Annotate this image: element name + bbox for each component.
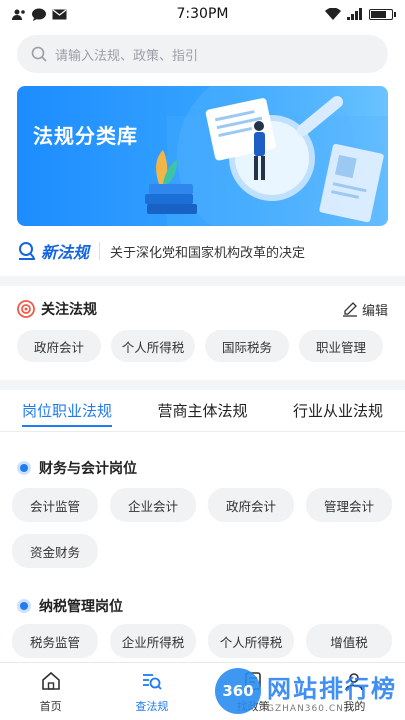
- search-input[interactable]: 请输入法规、政策、指引: [17, 35, 388, 73]
- category-chip[interactable]: 资金财务: [12, 534, 98, 568]
- category-chip[interactable]: 个人所得税: [208, 624, 294, 658]
- category-chip[interactable]: 管理会计: [306, 488, 392, 522]
- banner-title: 法规分类库: [33, 124, 138, 148]
- category-chips-tax: 税务监管 企业所得税 个人所得税 增值税: [12, 624, 393, 658]
- category-chip[interactable]: 政府会计: [208, 488, 294, 522]
- follow-section-header: 关注法规 编辑: [17, 297, 388, 321]
- news-separator: [99, 242, 101, 260]
- category-chips-finance: 会计监管 企业会计 政府会计 管理会计资金财务: [12, 488, 393, 568]
- status-bar: 7:30PM: [0, 0, 405, 28]
- nav-label: 找政策: [236, 699, 270, 713]
- nav-search-law[interactable]: 查法规: [101, 663, 202, 720]
- banner-illustration: [145, 86, 388, 226]
- category-header-tax: 纳税管理岗位: [17, 596, 123, 616]
- category-chip[interactable]: 企业所得税: [110, 624, 196, 658]
- bottom-navigation: 首页 查法规 找政策 我的: [0, 662, 405, 720]
- new-law-logo: 新法规: [17, 239, 89, 263]
- banner-carousel[interactable]: 法规分类库: [17, 86, 388, 226]
- new-law-logo-text: 新法规: [41, 243, 90, 262]
- profile-icon: [343, 670, 365, 695]
- follow-chips: 政府会计 个人所得税 国际税务 职业管理: [17, 330, 388, 362]
- nav-policy[interactable]: 找政策: [203, 663, 304, 720]
- nav-label: 首页: [39, 699, 62, 713]
- category-title: 财务与会计岗位: [39, 461, 137, 477]
- mail-icon: [52, 9, 67, 19]
- tab-1[interactable]: 营商主体法规: [157, 394, 247, 426]
- category-chip[interactable]: 增值税: [306, 624, 392, 658]
- category-header-finance: 财务与会计岗位: [17, 458, 137, 478]
- category-chip[interactable]: 税务监管: [12, 624, 98, 658]
- chat-icon: [32, 8, 46, 21]
- nav-home[interactable]: 首页: [0, 663, 101, 720]
- status-right-icons: [325, 8, 396, 20]
- contacts-icon: [12, 9, 25, 20]
- edit-icon: [342, 302, 357, 317]
- status-left-icons: [12, 8, 67, 21]
- signal-icon: [347, 8, 362, 20]
- follow-title: 关注法规: [41, 302, 97, 318]
- battery-icon: [369, 8, 396, 20]
- section-divider: [0, 380, 405, 390]
- edit-button[interactable]: 编辑: [342, 300, 388, 319]
- bullet-icon: [17, 461, 31, 475]
- tab-0[interactable]: 岗位职业法规: [22, 394, 113, 427]
- category-chip[interactable]: 会计监管: [12, 488, 98, 522]
- nav-profile[interactable]: 我的: [304, 663, 405, 720]
- follow-chip[interactable]: 职业管理: [299, 330, 383, 362]
- section-divider: [0, 276, 405, 286]
- news-ticker[interactable]: 新法规 关于深化党和国家机构改革的决定: [17, 236, 388, 266]
- wifi-icon: [325, 8, 341, 20]
- nav-label: 查法规: [135, 699, 169, 713]
- home-icon: [40, 670, 62, 695]
- tab-2[interactable]: 行业从业法规: [293, 394, 383, 426]
- policy-icon: [242, 670, 264, 695]
- category-title: 纳税管理岗位: [39, 599, 123, 615]
- category-chip[interactable]: 企业会计: [110, 488, 196, 522]
- nav-label: 我的: [343, 699, 366, 713]
- target-icon: [17, 300, 35, 318]
- edit-label: 编辑: [361, 303, 388, 319]
- search-law-icon: [141, 670, 163, 695]
- follow-chip[interactable]: 政府会计: [17, 330, 101, 362]
- follow-chip[interactable]: 国际税务: [205, 330, 289, 362]
- bullet-icon: [17, 599, 31, 613]
- news-headline[interactable]: 关于深化党和国家机构改革的决定: [110, 242, 305, 261]
- search-icon: [31, 46, 47, 62]
- new-law-logo-icon: [19, 242, 35, 260]
- tabs-divider: [0, 431, 405, 432]
- category-tabs: 岗位职业法规 营商主体法规 行业从业法规: [0, 394, 405, 430]
- follow-chip[interactable]: 个人所得税: [111, 330, 195, 362]
- search-placeholder: 请输入法规、政策、指引: [55, 48, 199, 64]
